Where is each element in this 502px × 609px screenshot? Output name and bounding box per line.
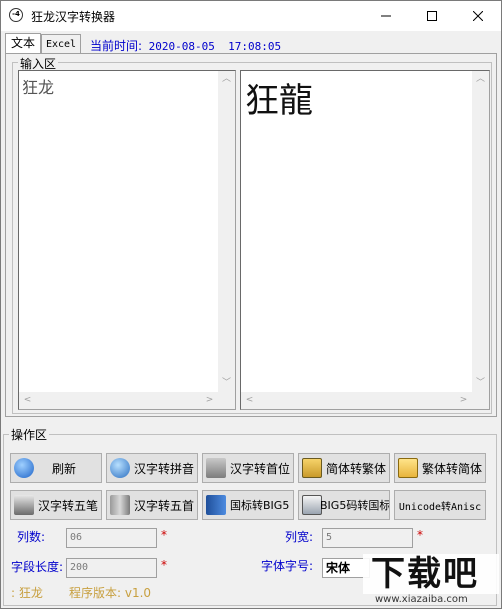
simplified-to-traditional-label: 简体转繁体 [326,461,387,476]
scroll-corner [472,392,489,409]
close-button[interactable] [455,1,501,31]
simplified-to-traditional-button[interactable]: 简体转繁体 [298,453,390,483]
traditional-to-simplified-label: 繁体转简体 [422,461,483,476]
maximize-button[interactable] [409,1,455,31]
window-title: 狂龙汉字转换器 [31,10,116,24]
big5-to-gb-button[interactable]: BIG5码转国标 [298,490,390,520]
gb-to-big5-button[interactable]: 国标转BIG5 [202,490,294,520]
col-width-label: 列宽: [285,530,314,544]
gb-to-big5-label: 国标转BIG5 [230,499,290,512]
scroll-left-icon[interactable]: < [241,392,258,409]
scroll-right-icon[interactable]: > [201,392,218,409]
current-time: 当前时间: 2020-08-05 17:08:05 [90,37,281,54]
source-hscroll[interactable]: < > [19,392,218,409]
minimize-button[interactable] [363,1,409,31]
big5-to-gb-label: BIG5码转国标 [320,499,390,512]
scroll-right-icon[interactable]: > [455,392,472,409]
source-textarea[interactable]: 狂龙 ︿ ﹀ < > [18,70,236,410]
hanzi-to-wubi-initial-label: 汉字转五首 [134,498,195,513]
refresh-button-label: 刷新 [52,461,77,476]
app-window: -4 狂龙汉字转换器 文本 Excel 当前时间: 2020-08-05 17:… [0,0,502,609]
tab-text[interactable]: 文本 [5,33,41,53]
col-width-field[interactable]: 5 [322,528,413,548]
tab-excel[interactable]: Excel [41,34,81,53]
scroll-up-icon[interactable]: ︿ [472,71,489,88]
app-icon: -4 [9,8,23,22]
keyboard-icon [14,495,34,515]
watermark-url: www.xiazaiba.com [375,594,468,605]
scroll-down-icon[interactable]: ﹀ [472,375,489,392]
hanzi-to-pinyin-label: 汉字转拼音 [134,461,195,476]
result-textarea[interactable]: 狂龍 ︿ ﹀ < > [240,70,490,410]
document-icon [302,495,322,515]
result-vscroll[interactable]: ︿ ﹀ [472,71,489,392]
required-mark: * [417,528,423,542]
hanzi-to-pinyin-button[interactable]: 汉字转拼音 [106,453,198,483]
globe-icon [110,458,130,478]
minimize-icon [381,15,391,17]
refresh-button[interactable]: 刷新 [10,453,102,483]
hanzi-to-wubi-label: 汉字转五笔 [38,498,99,513]
unicode-to-ansi-button[interactable]: Unicode转Anisc [394,490,486,520]
maximize-icon [427,11,437,21]
hourglass-icon [206,458,226,478]
col-count-field[interactable]: 06 [66,528,157,548]
title-bar[interactable]: -4 狂龙汉字转换器 [1,1,501,31]
font-size-label: 字体字号: [261,559,314,573]
field-length-label: 字段长度: [11,560,64,574]
source-text: 狂龙 [22,78,55,97]
col-count-label: 列数: [17,530,46,544]
ops-group-label: 操作区 [9,426,50,443]
scroll-down-icon[interactable]: ﹀ [218,375,235,392]
scroll-up-icon[interactable]: ︿ [218,71,235,88]
notebook-icon [206,495,226,515]
book-icon [110,495,130,515]
scroll-left-icon[interactable]: < [19,392,36,409]
traditional-to-simplified-button[interactable]: 繁体转简体 [394,453,486,483]
hanzi-to-initial-button[interactable]: 汉字转首位 [202,453,294,483]
unicode-to-ansi-label: Unicode转Anisc [398,501,482,513]
version-text: 程序版本: v1.0 [69,586,152,600]
current-time-value: 2020-08-05 17:08:05 [148,40,282,53]
field-length-field[interactable]: 200 [66,558,157,578]
site-watermark-logo: 下载吧 www.xiazaiba.com [363,554,499,606]
watermark-text: 下载吧 [371,554,479,594]
result-hscroll[interactable]: < > [241,392,472,409]
scroll-corner [218,392,235,409]
required-mark: * [161,558,167,572]
current-time-label: 当前时间: [90,39,143,53]
result-text: 狂龍 [245,81,313,121]
refresh-globe-icon [14,458,34,478]
hanzi-to-wubi-initial-button[interactable]: 汉字转五首 [106,490,198,520]
hanzi-to-wubi-button[interactable]: 汉字转五笔 [10,490,102,520]
source-vscroll[interactable]: ︿ ﹀ [218,71,235,392]
calculator-icon [302,458,322,478]
hanzi-to-initial-label: 汉字转首位 [230,461,291,476]
required-mark: * [161,528,167,542]
folder-icon [398,458,418,478]
close-icon [473,11,483,21]
tab-page: 输入区 狂龙 ︿ ﹀ < > 狂龍 ︿ ﹀ < > [5,53,497,417]
author-text: : 狂龙 [11,586,43,600]
